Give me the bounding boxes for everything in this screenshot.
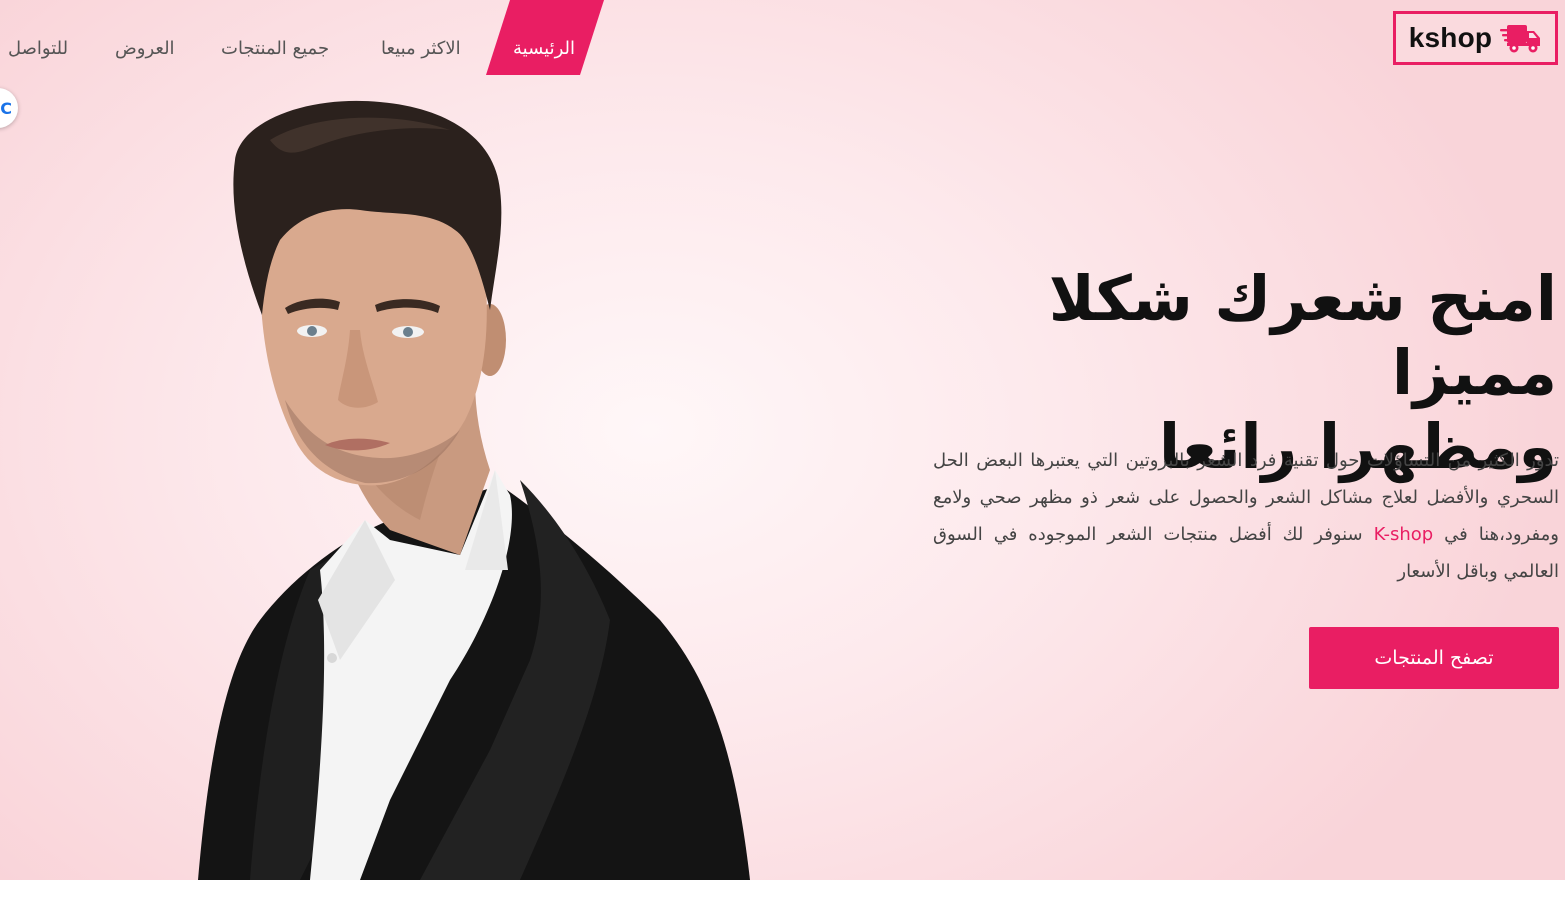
main-nav: الرئيسية الاكثر مبيعا جميع المنتجات العر… <box>0 0 620 100</box>
hero-description: تدور الكثير من التساؤلات حول تقنية فرد ا… <box>933 442 1559 590</box>
nav-item-best-sellers[interactable]: الاكثر مبيعا <box>381 38 461 59</box>
nav-item-contact[interactable]: للتواصل <box>8 38 68 59</box>
page-below-hero <box>0 880 1565 922</box>
delivery-truck-icon <box>1500 25 1541 53</box>
nav-item-home[interactable]: الرئيسية <box>513 38 575 59</box>
site-logo[interactable]: kshop <box>1393 11 1558 65</box>
nav-item-offers[interactable]: العروض <box>115 38 175 59</box>
hero-section: الرئيسية الاكثر مبيعا جميع المنتجات العر… <box>0 0 1565 880</box>
browse-products-button[interactable]: تصفح المنتجات <box>1309 627 1559 689</box>
man-portrait-image <box>198 100 750 880</box>
logo-text: kshop <box>1408 22 1493 53</box>
brand-name-highlight: K-shop <box>1373 524 1434 545</box>
chat-widget-icon: C <box>0 98 12 118</box>
nav-item-all-products[interactable]: جميع المنتجات <box>221 38 329 59</box>
hero-headline-line-1: امنح شعرك شكلا مميزا <box>1048 262 1557 409</box>
